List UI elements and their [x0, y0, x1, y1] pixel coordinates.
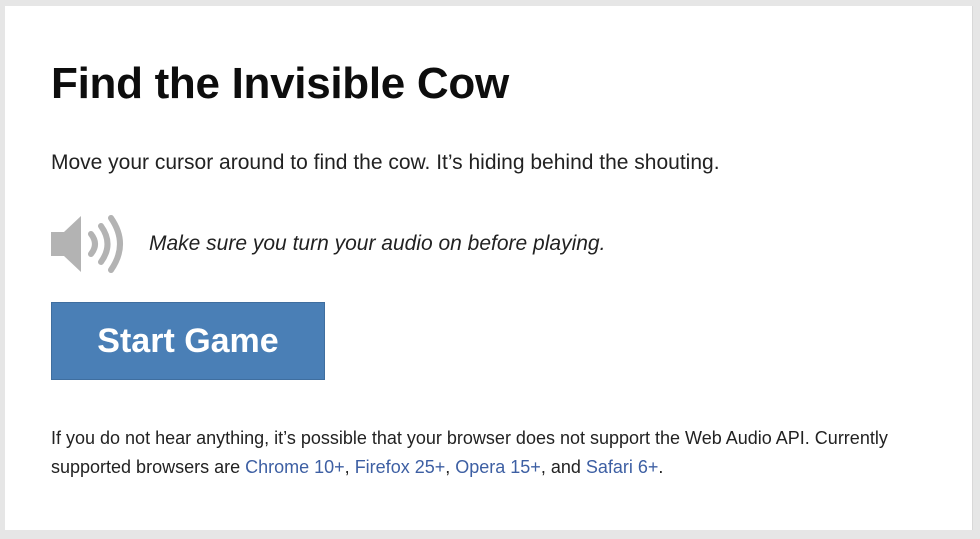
- firefox-link[interactable]: Firefox 25+: [355, 457, 446, 477]
- browser-support-text: If you do not hear anything, it’s possib…: [51, 424, 931, 482]
- separator: ,: [344, 457, 355, 477]
- content-card: Find the Invisible Cow Move your cursor …: [5, 6, 973, 530]
- separator: ,: [445, 457, 456, 477]
- page-title: Find the Invisible Cow: [51, 59, 509, 108]
- intro-text: Move your cursor around to find the cow.…: [51, 151, 720, 174]
- safari-link[interactable]: Safari 6+: [586, 457, 659, 477]
- separator: , and: [540, 457, 586, 477]
- speaker-volume-icon: [51, 215, 123, 273]
- opera-link[interactable]: Opera 15+: [455, 457, 541, 477]
- audio-notice: Make sure you turn your audio on before …: [49, 212, 605, 276]
- support-text-end: .: [658, 457, 664, 477]
- audio-note: Make sure you turn your audio on before …: [149, 232, 606, 255]
- chrome-link[interactable]: Chrome 10+: [245, 457, 345, 477]
- start-game-button[interactable]: Start Game: [51, 302, 325, 380]
